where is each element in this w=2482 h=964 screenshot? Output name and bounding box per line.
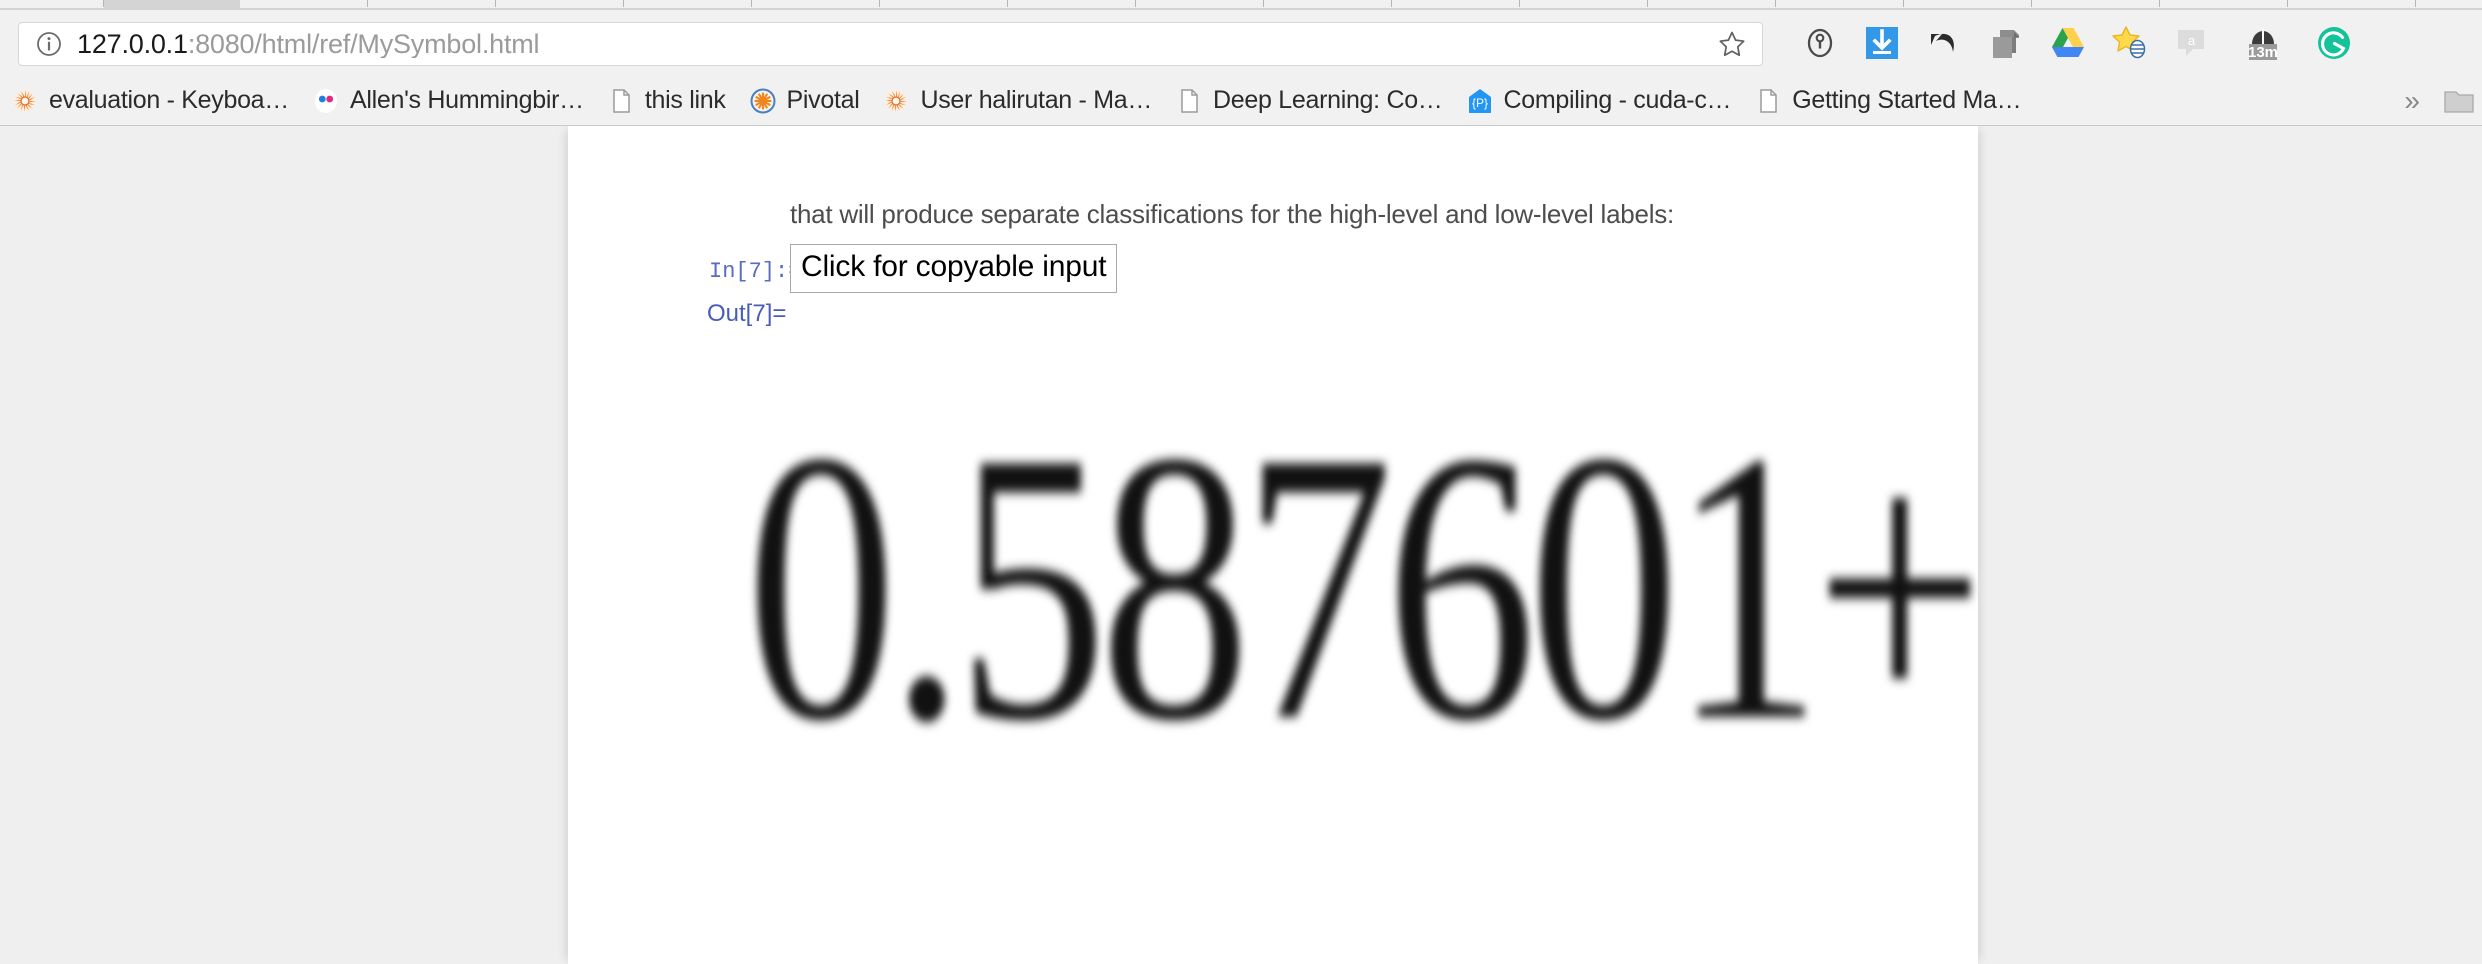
tab-separator: [103, 0, 104, 7]
folder-icon[interactable]: [2442, 86, 2476, 116]
address-bar[interactable]: 127.0.0.1:8080/html/ref/MySymbol.html: [18, 22, 1763, 66]
browser-tab[interactable]: [880, 0, 1008, 8]
bookmark-label: Compiling - cuda-c…: [1503, 86, 1732, 114]
download-arrow-icon[interactable]: [1862, 23, 1902, 63]
browser-tab[interactable]: [2288, 0, 2416, 8]
documentation-page: that will produce separate classificatio…: [568, 126, 1978, 964]
browser-tab[interactable]: [1136, 0, 1264, 8]
browser-tab[interactable]: [1392, 0, 1520, 8]
grammarly-icon[interactable]: [2314, 23, 2354, 63]
star-icon[interactable]: [1716, 28, 1748, 60]
copyable-input-button[interactable]: Click for copyable input: [790, 244, 1118, 293]
blue-house-p-icon: {P}: [1467, 88, 1493, 114]
complex-number-expression: 0.587601+2.77556×10-17i: [746, 394, 1978, 781]
info-circle-icon[interactable]: [35, 30, 63, 58]
page-viewport[interactable]: that will produce separate classificatio…: [0, 126, 2482, 964]
document-icon: [608, 88, 634, 114]
browser-tab[interactable]: [496, 0, 624, 8]
tab-strip[interactable]: [0, 0, 2482, 10]
url-text: 127.0.0.1:8080/html/ref/MySymbol.html: [77, 31, 539, 58]
svg-text:{P}: {P}: [1472, 96, 1488, 110]
browser-tab[interactable]: [1008, 0, 1136, 8]
google-drive-icon[interactable]: [2048, 23, 2088, 63]
bookmark-label: Allen's Hummingbir…: [349, 86, 584, 114]
browser-tab[interactable]: [1648, 0, 1776, 8]
browser-tab[interactable]: [2416, 0, 2482, 8]
browser-tab[interactable]: [0, 0, 104, 8]
bookmark-label: Deep Learning: Co…: [1213, 86, 1443, 114]
browser-tab[interactable]: [2032, 0, 2160, 8]
document-icon: [1176, 88, 1202, 114]
orange-starburst-icon: [883, 88, 909, 114]
bookmark-item[interactable]: this link: [596, 84, 738, 118]
timer-badge-text: 13m: [2248, 44, 2278, 61]
bookmark-label: evaluation - Keyboa…: [49, 86, 289, 114]
document-icon: [1755, 88, 1781, 114]
keyring-icon[interactable]: [1800, 23, 1840, 63]
svg-text:a: a: [2188, 33, 2196, 48]
bookmark-label: Pivotal: [786, 86, 860, 114]
bookmark-item[interactable]: Deep Learning: Co…: [1164, 84, 1454, 118]
bookmark-item[interactable]: Pivotal: [738, 84, 872, 118]
browser-tab[interactable]: [240, 0, 368, 8]
timer-mouse-icon[interactable]: 13m: [2234, 23, 2292, 63]
browser-tab[interactable]: [1520, 0, 1648, 8]
bookmark-item[interactable]: User halirutan - Ma…: [871, 84, 1164, 118]
browser-tab[interactable]: [1904, 0, 2032, 8]
paragraph-text: that will produce separate classificatio…: [790, 199, 1674, 229]
bookmark-label: Getting Started Ma…: [1792, 86, 2022, 114]
bookmark-item[interactable]: {P} Compiling - cuda-c…: [1455, 84, 1744, 118]
star-lines-icon[interactable]: [2110, 23, 2150, 63]
two-dots-icon: [313, 88, 339, 114]
browser-window: 127.0.0.1:8080/html/ref/MySymbol.html a …: [0, 0, 2482, 964]
plus-operator: +: [1814, 373, 1979, 802]
browser-tab[interactable]: [624, 0, 752, 8]
url-host: 127.0.0.1: [77, 30, 188, 58]
output-expression: 0.587601+2.77556×10-17i: [746, 302, 1978, 942]
bookmark-item[interactable]: Allen's Hummingbir…: [301, 84, 596, 118]
copy-pages-icon[interactable]: [1986, 23, 2026, 63]
orange-starburst-icon: [12, 88, 38, 114]
browser-tab[interactable]: [1264, 0, 1392, 8]
speech-bubble-icon[interactable]: a: [2172, 23, 2212, 63]
real-part: 0.587601: [746, 373, 1822, 802]
extension-toolbar: a 13m: [1800, 10, 2354, 76]
pivotal-icon: [750, 88, 776, 114]
bookmark-label: this link: [644, 86, 726, 114]
url-path: :8080/html/ref/MySymbol.html: [187, 30, 540, 58]
input-cell-label: In[7]:=: [709, 259, 802, 284]
bookmarks-overflow-chevron[interactable]: »: [2404, 86, 2420, 115]
browser-toolbar: 127.0.0.1:8080/html/ref/MySymbol.html a …: [0, 10, 2482, 76]
undo-arrow-icon[interactable]: [1924, 23, 1964, 63]
bookmarks-bar: evaluation - Keyboa… Allen's Hummingbir… t…: [0, 76, 2482, 126]
browser-tab[interactable]: [368, 0, 496, 8]
browser-tab[interactable]: [2160, 0, 2288, 8]
bookmark-item[interactable]: evaluation - Keyboa…: [0, 84, 301, 118]
bookmark-label: User halirutan - Ma…: [920, 86, 1153, 114]
bookmark-item[interactable]: Getting Started Ma…: [1743, 84, 2033, 118]
browser-tab[interactable]: [1776, 0, 1904, 8]
browser-tab[interactable]: [752, 0, 880, 8]
